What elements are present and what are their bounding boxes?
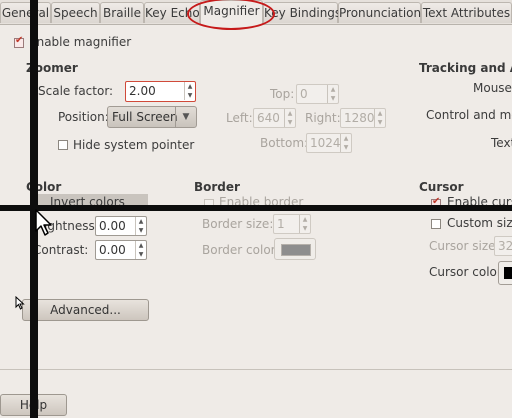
spinner-arrows-icon: ▲ ▼ [340, 134, 351, 152]
advanced-button[interactable]: Advanced... [22, 299, 149, 321]
spinner-arrows-icon: ▲ ▼ [374, 109, 385, 127]
position-label: Position: [58, 110, 109, 124]
border-size-label: Border size: [202, 217, 274, 231]
border-heading: Border [194, 180, 240, 194]
custom-size-checkbox[interactable] [431, 219, 441, 229]
tab-key-bindings[interactable]: Key Bindings [263, 2, 341, 23]
bottom-spinner[interactable]: 1024 ▲ ▼ [306, 133, 352, 153]
brightness-spinner[interactable]: 0.00 ▲ ▼ [95, 216, 147, 236]
left-value: 640 [257, 111, 280, 125]
chevron-down-icon: ▼ [175, 107, 196, 127]
tab-key-echo[interactable]: Key Echo [144, 2, 200, 23]
cursor-color-swatch [504, 267, 512, 279]
cursor-size-value: 32 [498, 239, 512, 253]
cursor-size-spinner[interactable]: 32 [494, 236, 512, 256]
tab-text-attributes[interactable]: Text Attributes [421, 2, 512, 23]
separator [0, 369, 512, 370]
crosshair-horizontal [0, 205, 512, 211]
cursor-color-label: Cursor color: [429, 265, 506, 279]
border-size-value: 1 [277, 217, 285, 231]
border-size-spinner[interactable]: 1 ▲ ▼ [273, 214, 311, 234]
brightness-value: 0.00 [99, 219, 126, 233]
mouse-pointer-icon [35, 209, 52, 236]
right-label: Right: [305, 111, 341, 125]
top-value: 0 [300, 87, 308, 101]
enable-magnifier-label: Enable magnifier [29, 35, 132, 49]
spinner-arrows-icon: ▲ ▼ [299, 215, 310, 233]
control-label: Control and mer [426, 108, 512, 122]
border-color-label: Border color: [202, 243, 280, 257]
cursor-color-button[interactable] [498, 261, 512, 285]
spinner-arrows-icon: ▲ ▼ [284, 109, 295, 127]
cursor-size-label: Cursor size: [429, 239, 500, 253]
contrast-value: 0.00 [99, 243, 126, 257]
contrast-label: Contrast: [33, 243, 89, 257]
scale-factor-spinner[interactable]: 2.00 ▲ ▼ [125, 81, 196, 102]
mouse-label: Mouse [473, 81, 512, 95]
enable-magnifier-checkbox[interactable] [14, 35, 24, 48]
bottom-value: 1024 [310, 136, 341, 150]
tab-speech[interactable]: Speech [51, 2, 100, 23]
tab-pronunciation[interactable]: Pronunciation [338, 2, 421, 23]
cursor-heading: Cursor [419, 180, 464, 194]
right-spinner[interactable]: 1280 ▲ ▼ [340, 108, 386, 128]
border-color-button[interactable] [274, 238, 316, 260]
tab-general[interactable]: General [0, 2, 51, 23]
left-spinner[interactable]: 640 ▲ ▼ [253, 108, 296, 128]
bottom-label: Bottom: [260, 136, 309, 150]
border-color-swatch [281, 244, 311, 256]
spinner-arrows-icon[interactable]: ▲ ▼ [135, 241, 146, 259]
spinner-arrows-icon[interactable]: ▲ ▼ [184, 82, 195, 100]
position-combo[interactable]: Full Screen ▼ [107, 106, 197, 128]
tab-magnifier[interactable]: Magnifier [200, 0, 263, 25]
hide-system-pointer-checkbox[interactable] [58, 140, 68, 150]
contrast-spinner[interactable]: 0.00 ▲ ▼ [95, 240, 147, 260]
position-value: Full Screen [112, 110, 178, 124]
custom-size-label: Custom size [447, 216, 512, 230]
left-label: Left: [226, 111, 253, 125]
tab-bar: General Speech Braille Key Echo Magnifie… [0, 0, 512, 30]
top-spinner[interactable]: 0 ▲ ▼ [296, 84, 339, 104]
top-label: Top: [270, 87, 295, 101]
spinner-arrows-icon: ▲ ▼ [327, 85, 338, 103]
hide-system-pointer-label: Hide system pointer [73, 138, 195, 152]
scale-factor-label: Scale factor: [38, 84, 114, 98]
mouse-pointer-icon [15, 296, 25, 310]
scale-factor-value: 2.00 [129, 84, 156, 98]
spinner-arrows-icon[interactable]: ▲ ▼ [135, 217, 146, 235]
tab-braille[interactable]: Braille [100, 2, 144, 23]
right-value: 1280 [344, 111, 375, 125]
tracking-heading: Tracking and A [419, 61, 512, 75]
text-label: Text [491, 136, 512, 150]
